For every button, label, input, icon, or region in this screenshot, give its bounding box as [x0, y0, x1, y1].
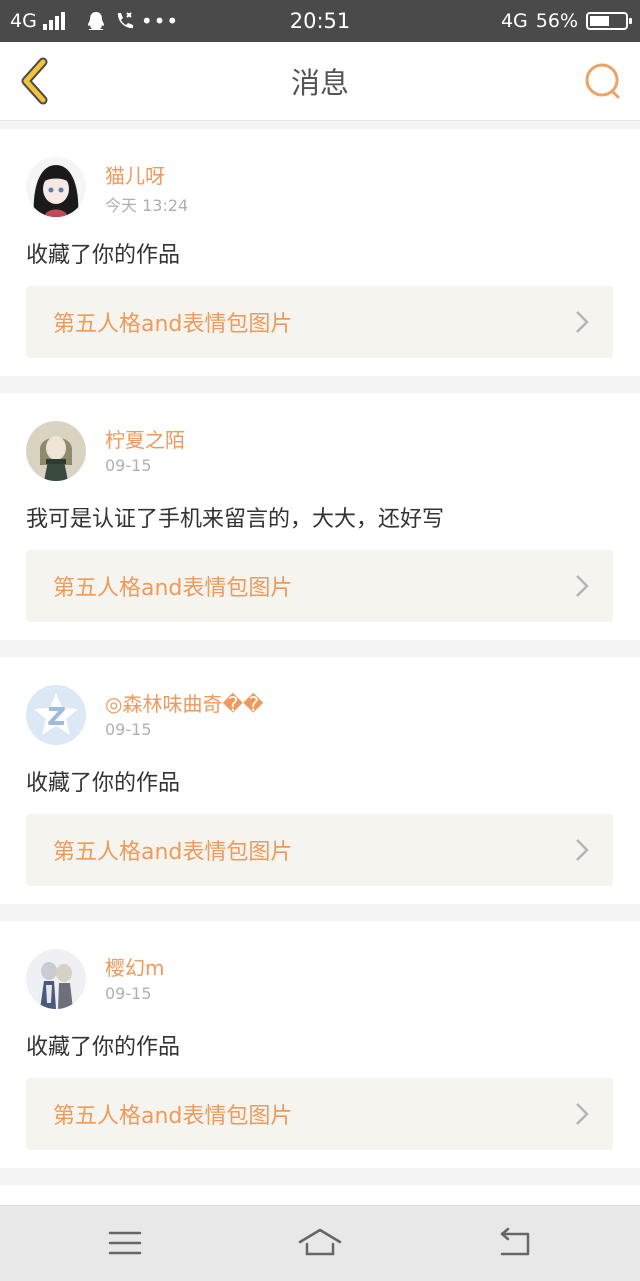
timestamp: 今天 13:24	[105, 196, 189, 215]
home-icon[interactable]	[295, 1220, 345, 1266]
username[interactable]: 猫儿呀	[105, 160, 165, 189]
status-bar: 4G ••• 20:51 4G 56%	[0, 0, 640, 42]
chevron-right-icon	[576, 575, 589, 597]
message-text: 收藏了你的作品	[26, 243, 181, 268]
avatar[interactable]	[26, 157, 86, 217]
avatar[interactable]	[26, 949, 86, 1009]
timestamp: 09-15	[105, 456, 152, 475]
timestamp: 09-15	[105, 984, 152, 1003]
page-title: 消息	[290, 66, 349, 100]
notification-card: 猫儿呀 今天 13:24 收藏了你的作品 第五人格and表情包图片	[0, 129, 640, 376]
work-link[interactable]: 第五人格and表情包图片	[26, 814, 613, 886]
status-right: 4G 56%	[500, 0, 632, 42]
work-link[interactable]: 第五人格and表情包图片	[26, 1078, 613, 1150]
notification-card: 柠夏之陌 09-15 我可是认证了手机来留言的，大大，还好写 第五人格and表情…	[0, 393, 640, 640]
notification-card: ◎森林味曲奇�� 09-15 收藏了你的作品 第五人格and表情包图片	[0, 657, 640, 904]
work-link[interactable]: 第五人格and表情包图片	[26, 550, 613, 622]
message-text: 收藏了你的作品	[26, 771, 181, 796]
search-icon[interactable]	[580, 58, 626, 104]
notification-list: 猫儿呀 今天 13:24 收藏了你的作品 第五人格and表情包图片 柠夏之陌 0…	[0, 129, 640, 1242]
work-title: 第五人格and表情包图片	[53, 312, 293, 337]
work-title: 第五人格and表情包图片	[53, 1104, 293, 1129]
username[interactable]: 柠夏之陌	[105, 424, 185, 453]
work-title: 第五人格and表情包图片	[53, 576, 293, 601]
message-text: 收藏了你的作品	[26, 1035, 181, 1060]
battery-percent: 56%	[535, 10, 578, 32]
timestamp: 09-15	[105, 720, 152, 739]
chevron-right-icon	[576, 1103, 589, 1125]
notification-card: 樱幻m 09-15 收藏了你的作品 第五人格and表情包图片	[0, 921, 640, 1168]
back-icon[interactable]	[490, 1220, 540, 1266]
avatar[interactable]	[26, 421, 86, 481]
message-text: 我可是认证了手机来留言的，大大，还好写	[26, 507, 445, 532]
username[interactable]: 樱幻m	[105, 952, 164, 981]
work-link[interactable]: 第五人格and表情包图片	[26, 286, 613, 358]
battery-icon	[586, 12, 632, 30]
avatar[interactable]	[26, 685, 86, 745]
network-label-right: 4G	[500, 10, 528, 32]
chevron-right-icon	[576, 839, 589, 861]
work-title: 第五人格and表情包图片	[53, 840, 293, 865]
app-header: 消息	[0, 42, 640, 121]
menu-icon[interactable]	[100, 1220, 150, 1266]
chevron-right-icon	[576, 311, 589, 333]
username[interactable]: ◎森林味曲奇��	[105, 688, 263, 717]
system-nav-bar	[0, 1205, 640, 1281]
